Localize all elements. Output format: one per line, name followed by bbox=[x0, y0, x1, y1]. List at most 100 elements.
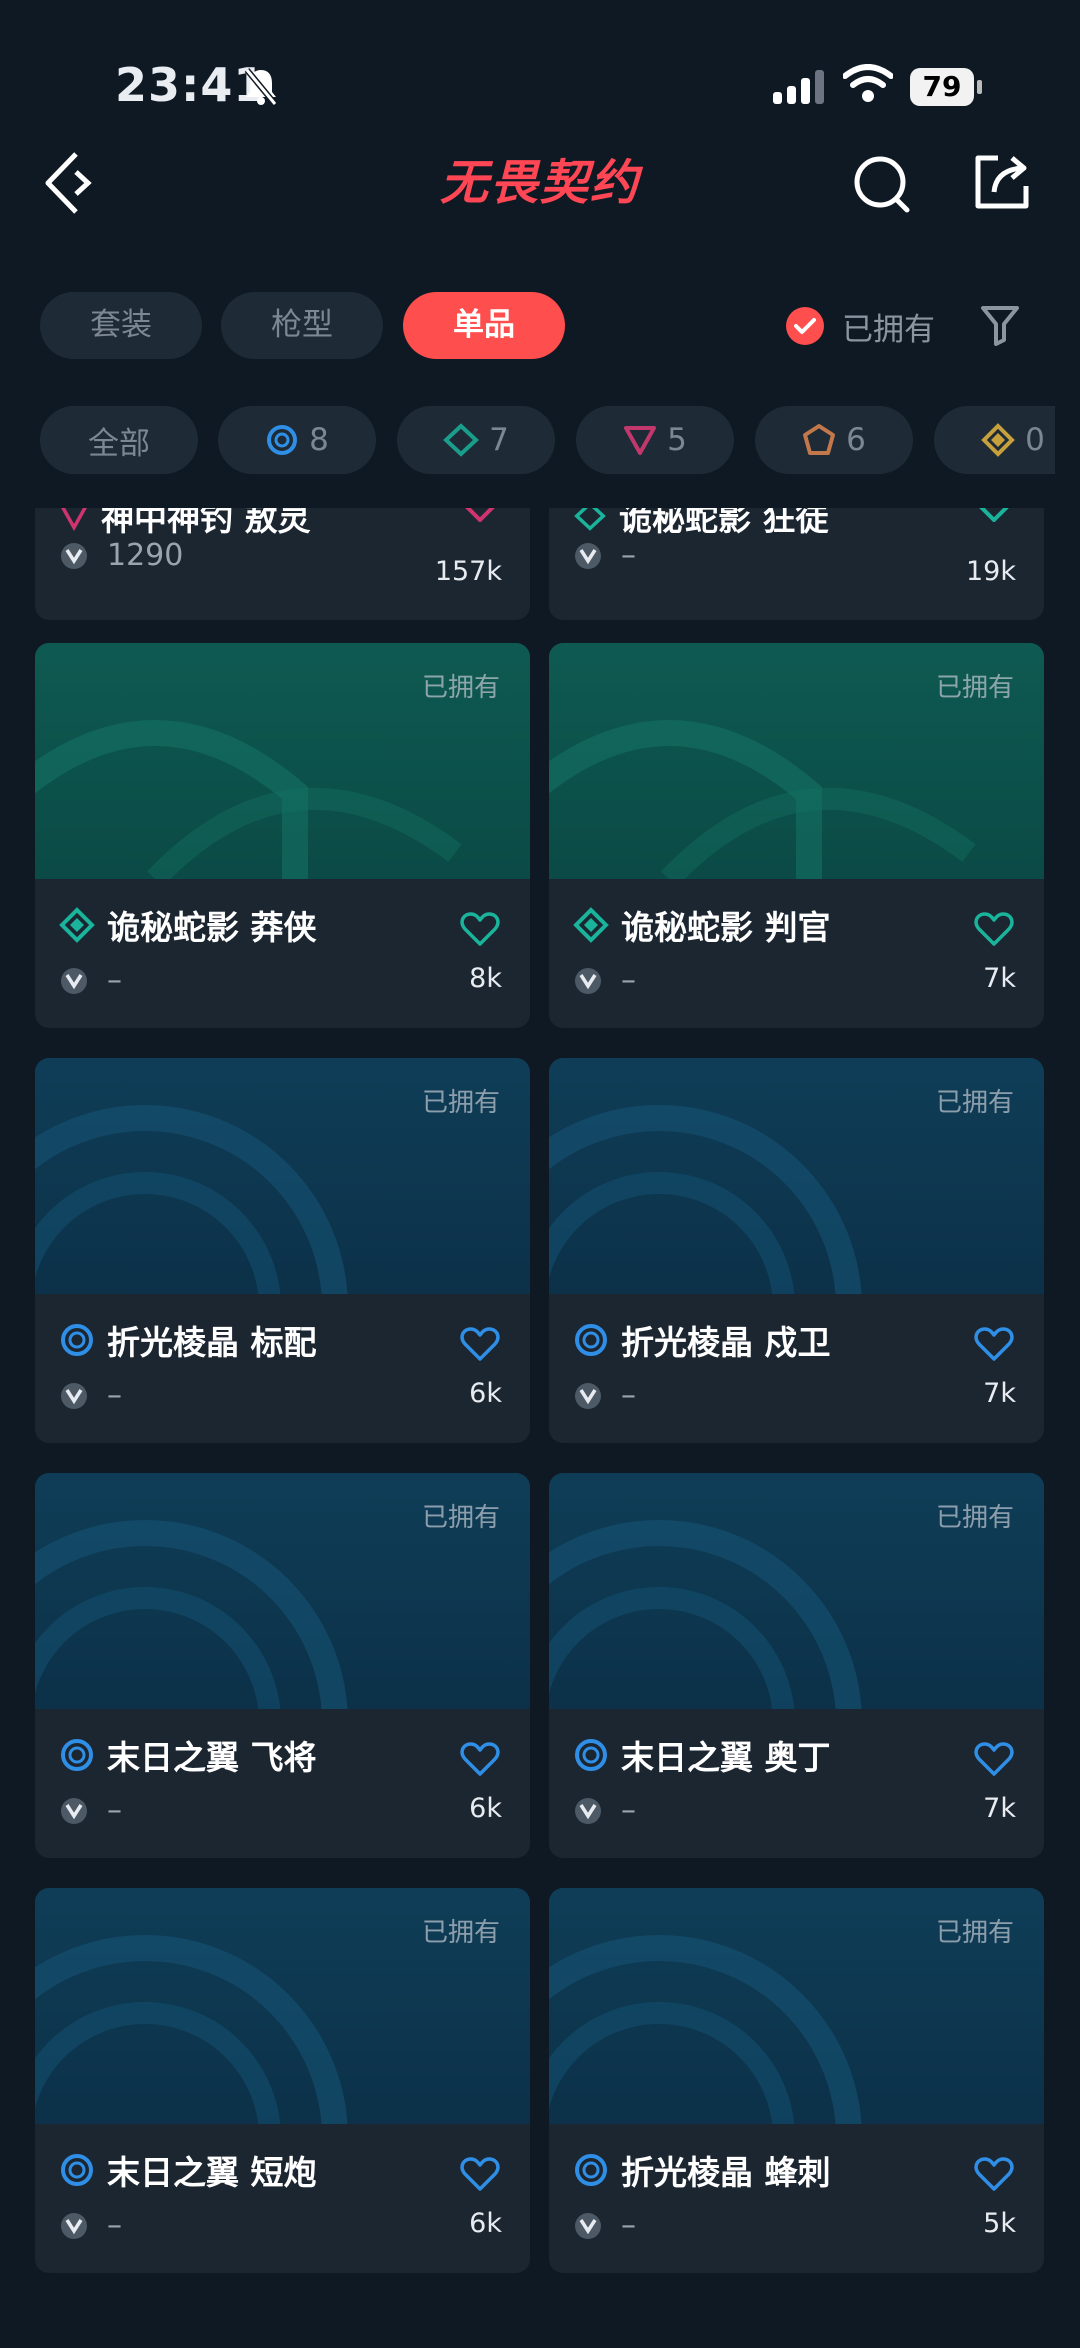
owned-filter-label: 已拥有 bbox=[842, 311, 935, 348]
chip-ultra-tier[interactable]: 0 bbox=[934, 406, 1055, 474]
back-button[interactable] bbox=[40, 150, 100, 216]
likes-count: 6k bbox=[469, 1378, 502, 1409]
likes-count: 19k bbox=[966, 556, 1016, 587]
bell-muted-icon bbox=[244, 68, 278, 106]
heart-icon[interactable] bbox=[460, 1741, 500, 1777]
skin-name: 末日之翼 短炮 bbox=[107, 2153, 317, 2192]
skin-card[interactable]: 已拥有 诡秘蛇影 判官 – 7k bbox=[549, 643, 1044, 1028]
skin-image: 已拥有 bbox=[549, 643, 1044, 879]
skin-card[interactable]: 神中神钓 敖灵 1290 157k bbox=[35, 508, 530, 620]
likes-count: 7k bbox=[983, 1378, 1016, 1409]
name-row: 末日之翼 飞将 bbox=[59, 1735, 519, 1777]
vp-currency-icon bbox=[575, 2212, 601, 2239]
heart-icon[interactable] bbox=[974, 2156, 1014, 2192]
exclusive-tier-icon bbox=[803, 424, 836, 455]
skin-name: 诡秘蛇影 判官 bbox=[621, 908, 831, 947]
tier-filter-chips: 全部 8 7 5 6 0 bbox=[0, 406, 1055, 474]
skin-name: 折光棱晶 戍卫 bbox=[621, 1323, 831, 1362]
skin-name: 诡秘蛇影 狂徒 bbox=[619, 508, 829, 538]
skin-name: 末日之翼 奥丁 bbox=[621, 1738, 831, 1777]
name-row: 末日之翼 短炮 bbox=[59, 2150, 519, 2192]
price-row: – bbox=[59, 2208, 122, 2243]
price-row: – bbox=[573, 1793, 636, 1828]
skin-price: – bbox=[107, 2208, 122, 2243]
skin-image: 已拥有 bbox=[549, 1888, 1044, 2124]
chip-all[interactable]: 全部 bbox=[40, 406, 198, 474]
skin-name: 诡秘蛇影 莽侠 bbox=[107, 908, 317, 947]
vp-currency-icon bbox=[575, 542, 601, 569]
chip-premium-tier[interactable]: 5 bbox=[576, 406, 734, 474]
heart-icon[interactable] bbox=[460, 1326, 500, 1362]
chip-premium-count: 5 bbox=[667, 422, 687, 458]
owned-tag: 已拥有 bbox=[935, 1503, 1014, 1533]
checkmark-icon bbox=[786, 307, 824, 345]
owned-tag: 已拥有 bbox=[935, 1918, 1014, 1948]
skin-card[interactable]: 已拥有 诡秘蛇影 莽侠 – 8k bbox=[35, 643, 530, 1028]
vp-currency-icon bbox=[61, 542, 87, 569]
skin-name: 神中神钓 敖灵 bbox=[101, 508, 311, 538]
skin-card[interactable]: 已拥有 末日之翼 奥丁 – 7k bbox=[549, 1473, 1044, 1858]
share-icon[interactable] bbox=[972, 152, 1032, 212]
skin-card[interactable]: 诡秘蛇影 狂徒 – 19k bbox=[549, 508, 1044, 620]
heart-icon[interactable] bbox=[460, 2156, 500, 2192]
heart-icon[interactable] bbox=[460, 911, 500, 947]
vp-currency-icon bbox=[575, 1797, 601, 1824]
skin-price: – bbox=[621, 963, 636, 998]
heart-icon[interactable] bbox=[462, 508, 498, 522]
heart-icon[interactable] bbox=[976, 508, 1012, 522]
chip-all-label: 全部 bbox=[88, 425, 150, 462]
skin-card[interactable]: 已拥有 折光棱晶 蜂刺 – 5k bbox=[549, 1888, 1044, 2273]
tier-icon bbox=[573, 907, 609, 943]
name-row: 诡秘蛇影 莽侠 bbox=[59, 905, 519, 947]
heart-icon[interactable] bbox=[974, 911, 1014, 947]
chip-exclusive-tier[interactable]: 6 bbox=[755, 406, 913, 474]
likes-count: 6k bbox=[469, 2208, 502, 2239]
owned-tag: 已拥有 bbox=[935, 1088, 1014, 1118]
likes-count: 7k bbox=[983, 963, 1016, 994]
tab-single-items[interactable]: 单品 bbox=[403, 292, 565, 359]
skin-price: – bbox=[107, 1793, 122, 1828]
vp-currency-icon bbox=[61, 2212, 87, 2239]
price-row: – bbox=[573, 2208, 636, 2243]
tab-bundles[interactable]: 套装 bbox=[40, 292, 202, 359]
price-row: – bbox=[573, 1378, 636, 1413]
tier-icon bbox=[575, 1324, 607, 1356]
skin-card[interactable]: 已拥有 末日之翼 飞将 – 6k bbox=[35, 1473, 530, 1858]
tier-icon bbox=[61, 1739, 93, 1771]
chip-deluxe-tier[interactable]: 7 bbox=[397, 406, 555, 474]
name-row: 末日之翼 奥丁 bbox=[573, 1735, 1033, 1777]
skin-name: 折光棱晶 蜂刺 bbox=[621, 2153, 831, 2192]
skin-image: 已拥有 bbox=[35, 643, 530, 879]
heart-icon[interactable] bbox=[974, 1741, 1014, 1777]
premium-tier-icon bbox=[624, 426, 657, 455]
app-logo-title: 无畏契约 bbox=[439, 155, 640, 211]
skin-card[interactable]: 已拥有 折光棱晶 戍卫 – 7k bbox=[549, 1058, 1044, 1443]
vp-currency-icon bbox=[575, 1382, 601, 1409]
chip-ultra-count: 0 bbox=[1025, 422, 1045, 458]
skin-price: – bbox=[107, 963, 122, 998]
price-row: – bbox=[59, 1793, 122, 1828]
filter-icon[interactable] bbox=[980, 304, 1020, 346]
battery-indicator: 79 bbox=[910, 68, 982, 106]
skin-name: 折光棱晶 标配 bbox=[107, 1323, 317, 1362]
search-icon[interactable] bbox=[852, 152, 912, 214]
owned-tag: 已拥有 bbox=[421, 1088, 500, 1118]
skin-price: – bbox=[621, 2208, 636, 2243]
deluxe-tier-icon bbox=[443, 423, 480, 457]
skin-card[interactable]: 已拥有 末日之翼 短炮 – 6k bbox=[35, 1888, 530, 2273]
tier-icon bbox=[575, 2154, 607, 2186]
tier-icon bbox=[575, 1739, 607, 1771]
owned-filter-toggle[interactable]: 已拥有 bbox=[786, 304, 935, 348]
owned-tag: 已拥有 bbox=[421, 1918, 500, 1948]
skin-image: 已拥有 bbox=[549, 1058, 1044, 1294]
wifi-icon bbox=[843, 64, 893, 102]
vp-currency-icon bbox=[575, 967, 601, 994]
skin-price: 1290 bbox=[107, 538, 184, 573]
chip-select-tier[interactable]: 8 bbox=[218, 406, 376, 474]
tier-icon bbox=[61, 1324, 93, 1356]
signal-icon bbox=[773, 70, 824, 104]
skin-card[interactable]: 已拥有 折光棱晶 标配 – 6k bbox=[35, 1058, 530, 1443]
heart-icon[interactable] bbox=[974, 1326, 1014, 1362]
ultra-tier-icon bbox=[981, 423, 1015, 457]
tab-weapon-type[interactable]: 枪型 bbox=[221, 292, 383, 359]
